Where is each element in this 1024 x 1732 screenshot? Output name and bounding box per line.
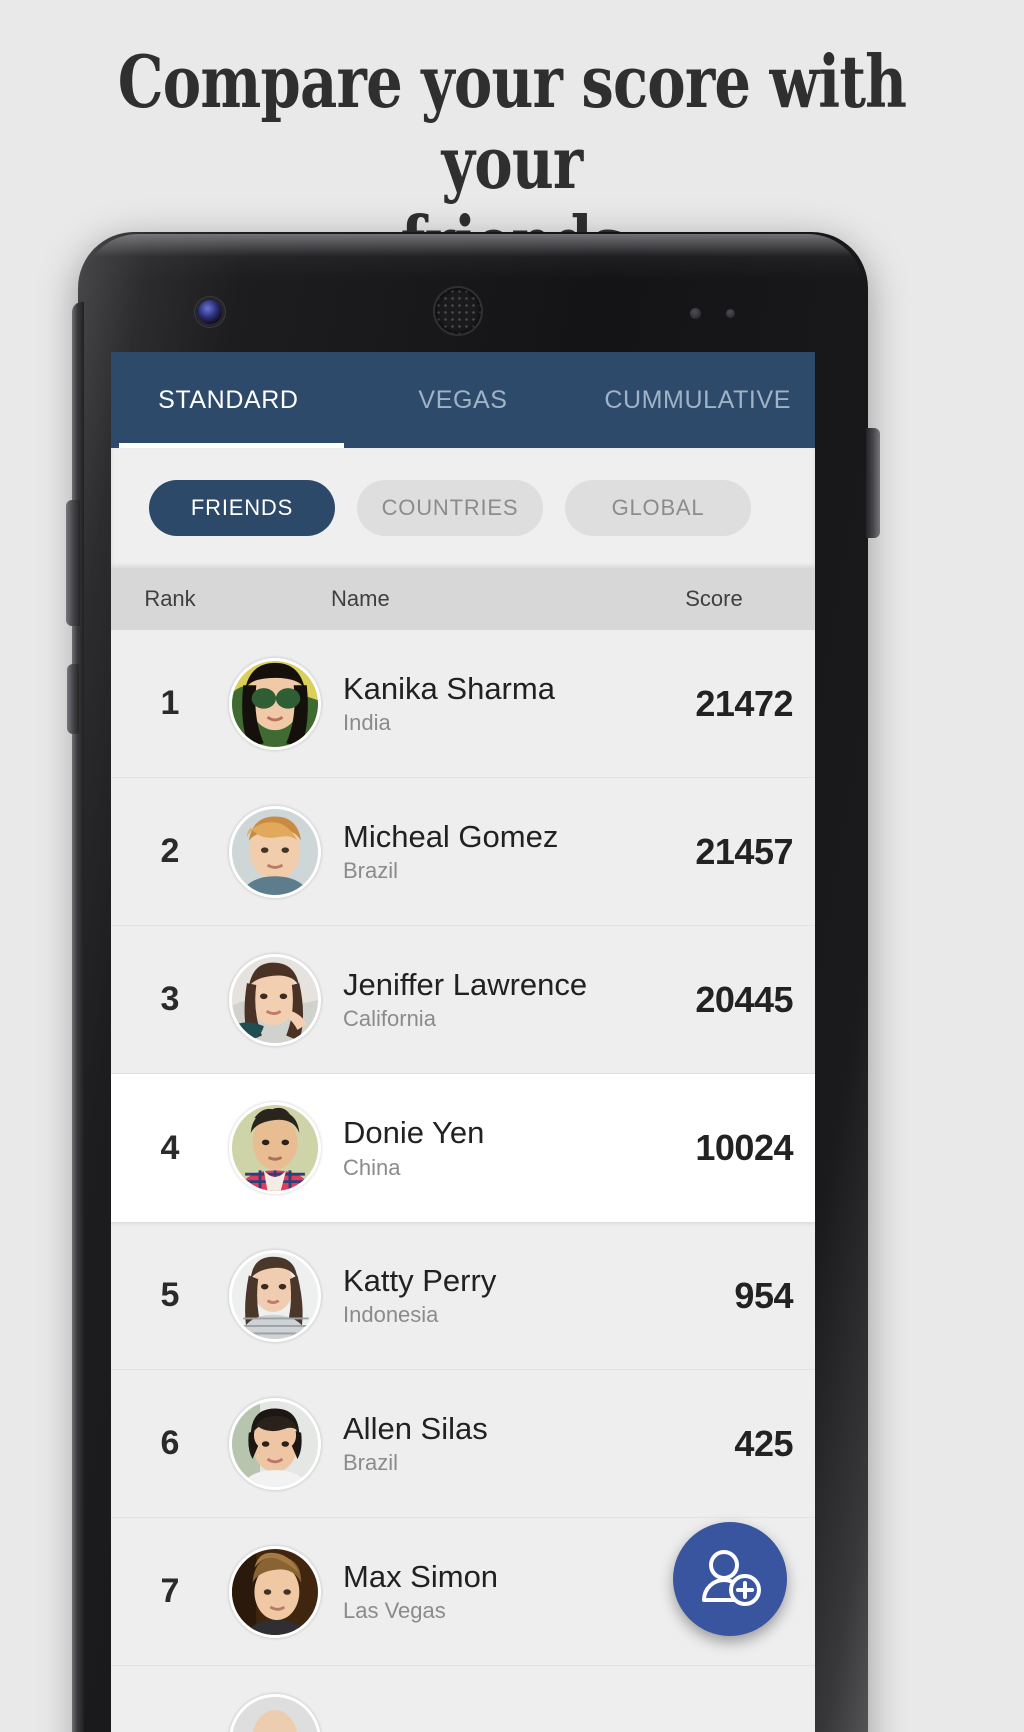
row-rank: 5	[160, 1276, 180, 1314]
row-name-block: Max Simon Las Vegas	[321, 1559, 625, 1625]
row-name-block: Katty Perry Indonesia	[321, 1263, 625, 1329]
row-score: 21457	[695, 830, 793, 872]
avatar-image-partial	[232, 1696, 318, 1732]
avatar	[229, 657, 321, 750]
avatar-image-max-simon	[232, 1548, 318, 1635]
table-header: Rank Name Score	[111, 568, 815, 630]
front-camera-icon	[198, 300, 222, 324]
row-score: 954	[734, 1274, 793, 1316]
avatar-image-katty-perry	[232, 1252, 318, 1339]
tab-active-indicator	[119, 443, 344, 448]
table-row[interactable]: 3 Jeniffer Lawrence California 20445	[111, 926, 815, 1074]
table-row[interactable]: 4 Donie Yen China 10024	[111, 1074, 815, 1222]
avatar	[229, 953, 321, 1046]
avatar	[229, 1249, 321, 1342]
table-row[interactable]: 2 Micheal Gomez Brazil 21457	[111, 778, 815, 926]
power-button[interactable]	[66, 500, 80, 626]
row-player-name: Jeniffer Lawrence	[343, 966, 588, 1002]
row-score: 425	[734, 1422, 793, 1464]
row-player-name: Micheal Gomez	[343, 818, 559, 854]
add-person-icon	[702, 1550, 761, 1606]
table-row[interactable]: 5 Katty Perry Indonesia 954	[111, 1222, 815, 1370]
row-rank: 4	[160, 1128, 180, 1167]
row-rank: 7	[160, 1572, 180, 1610]
row-score: 20445	[695, 978, 793, 1020]
tab-vegas[interactable]: VEGAS	[346, 386, 581, 415]
row-player-name: Kanika Sharma	[343, 670, 555, 706]
row-name-block: Jeniffer Lawrence California	[321, 967, 625, 1033]
row-name-block: Micheal Gomez Brazil	[321, 819, 625, 885]
phone-screen: STANDARD VEGAS CUMMULATIVE FRIENDS COUNT…	[111, 352, 815, 1732]
avatar	[229, 1693, 321, 1732]
row-score: 21472	[695, 682, 793, 724]
light-sensor-icon	[726, 309, 735, 318]
row-score: 10024	[695, 1127, 793, 1168]
table-row[interactable]	[111, 1666, 815, 1732]
filter-countries[interactable]: COUNTRIES	[357, 480, 543, 536]
row-country: Las Vegas	[343, 1598, 446, 1624]
row-name-block: Kanika Sharma India	[321, 671, 625, 737]
earpiece-speaker-icon	[435, 288, 481, 334]
right-side-button[interactable]	[866, 428, 880, 538]
row-rank: 6	[160, 1424, 180, 1462]
tab-cummulative[interactable]: CUMMULATIVE	[580, 386, 815, 415]
volume-button[interactable]	[67, 664, 79, 734]
column-header-score: Score	[685, 586, 743, 611]
proximity-sensor-icon	[690, 308, 701, 319]
filter-global[interactable]: GLOBAL	[565, 480, 751, 536]
row-rank: 3	[160, 980, 180, 1018]
avatar	[229, 1397, 321, 1490]
row-name-block: Donie Yen China	[321, 1115, 625, 1181]
phone-device: STANDARD VEGAS CUMMULATIVE FRIENDS COUNT…	[66, 232, 880, 1732]
avatar	[229, 1545, 321, 1638]
tab-bar: STANDARD VEGAS CUMMULATIVE	[111, 352, 815, 448]
avatar-image-jeniffer-lawrence	[232, 956, 318, 1043]
row-player-name: Katty Perry	[343, 1262, 497, 1298]
avatar-image-donie-yen	[232, 1105, 318, 1191]
table-row[interactable]: 1 Kanika Sharma India 21472	[111, 630, 815, 778]
avatar	[229, 1102, 321, 1194]
avatar-image-micheal-gomez	[232, 808, 318, 895]
row-country: Brazil	[343, 858, 399, 884]
row-player-name: Allen Silas	[343, 1410, 488, 1446]
row-country: California	[343, 1006, 436, 1032]
row-country: India	[343, 710, 391, 736]
avatar-image-kanika-sharma	[232, 660, 318, 747]
avatar-image-allen-silas	[232, 1400, 318, 1487]
add-friend-fab[interactable]	[673, 1522, 787, 1636]
filter-friends[interactable]: FRIENDS	[149, 480, 335, 536]
row-rank: 1	[160, 684, 180, 722]
column-header-name: Name	[331, 586, 390, 611]
row-country: Brazil	[343, 1450, 399, 1476]
row-country: Indonesia	[343, 1302, 439, 1328]
column-header-rank: Rank	[144, 586, 196, 611]
row-name-block: Allen Silas Brazil	[321, 1411, 625, 1477]
leaderboard-scope-filter: FRIENDS COUNTRIES GLOBAL	[111, 448, 815, 568]
promo-screenshot: Compare your score with your friends STA…	[0, 0, 1024, 1732]
row-country: China	[343, 1154, 401, 1180]
row-player-name: Donie Yen	[343, 1115, 485, 1151]
tab-standard[interactable]: STANDARD	[111, 386, 346, 415]
row-rank: 2	[160, 832, 180, 870]
row-player-name: Max Simon	[343, 1558, 499, 1594]
avatar	[229, 805, 321, 898]
table-row[interactable]: 6 Allen Silas Brazil 425	[111, 1370, 815, 1518]
